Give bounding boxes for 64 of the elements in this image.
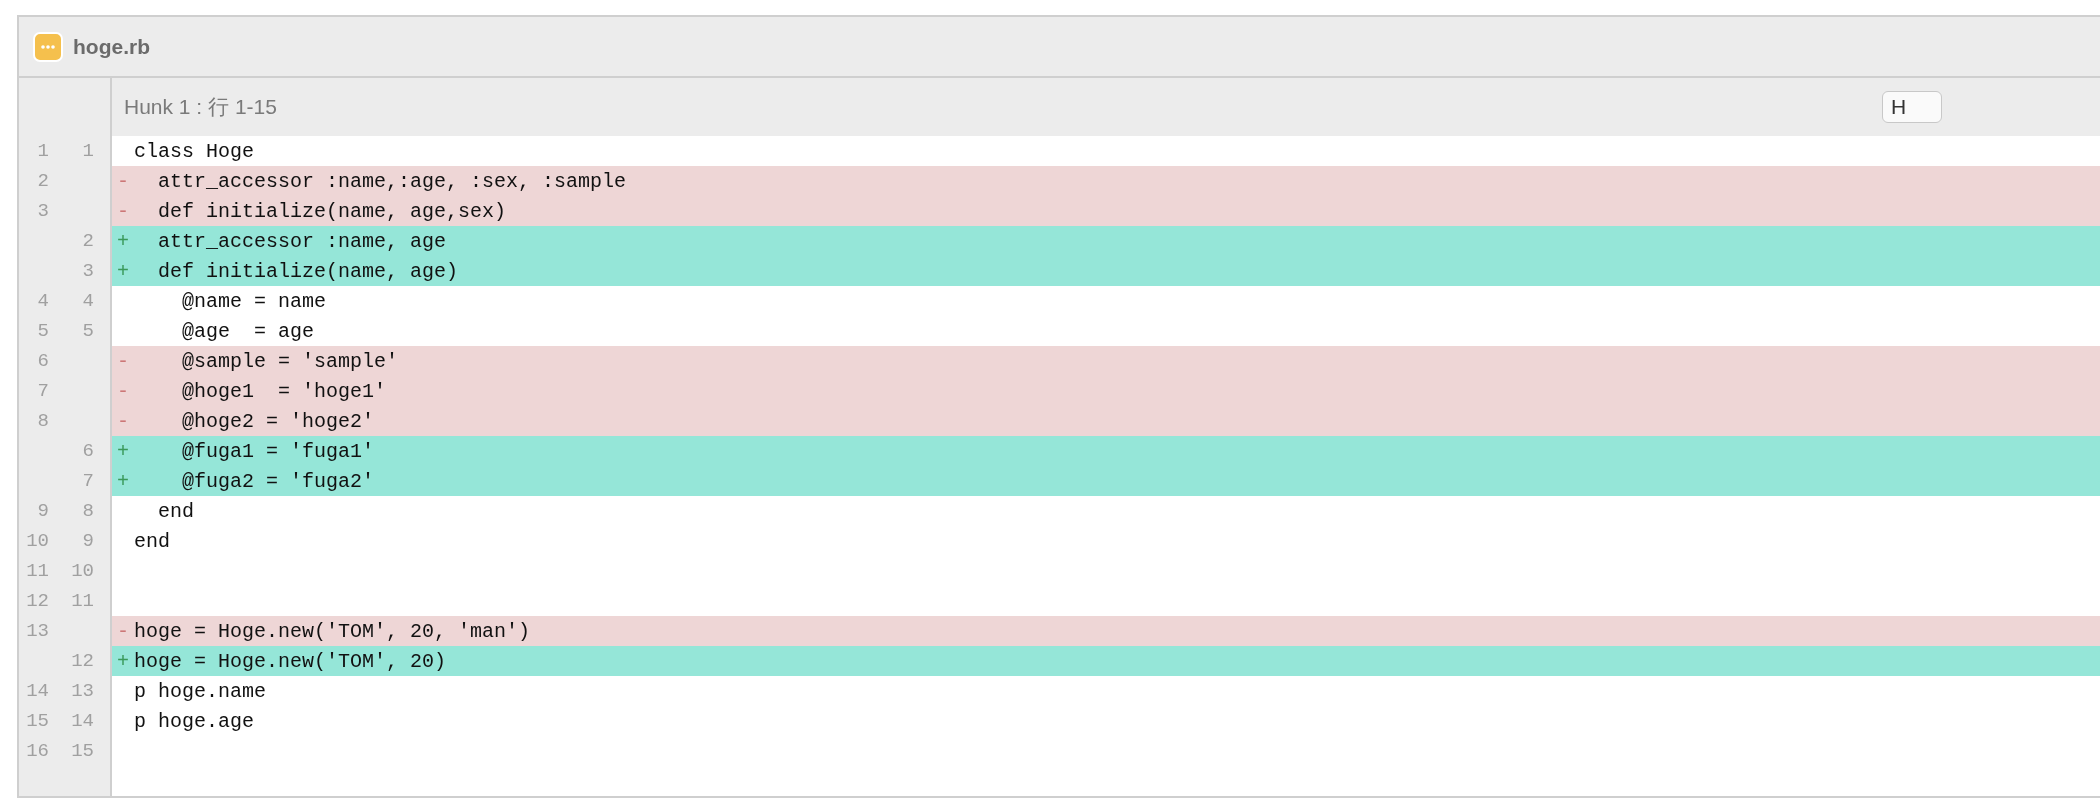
line-number: 6 [36,350,49,372]
line-number: 5 [81,320,94,342]
diff-marker: - [117,619,129,643]
code-line: @fuga2 = 'fuga2' [181,469,375,493]
line-number: 5 [36,320,49,342]
line-number: 9 [36,500,49,522]
diff-marker: + [117,259,129,283]
code-line: class Hoge [134,139,255,163]
hunk-label: Hunk 1 : 行 1-15 [124,94,277,120]
code-line: hoge = Hoge.new('TOM', 20) [134,649,447,673]
line-number: 10 [25,530,49,552]
code-line: end [134,529,170,553]
code-line: p hoge.age [134,709,255,733]
line-number: 8 [81,500,94,522]
line-number: 9 [81,530,94,552]
code-line: @fuga1 = 'fuga1' [181,439,375,463]
line-number: 12 [25,590,49,612]
diff-marker: - [117,349,129,373]
line-number: 16 [25,740,49,762]
hunk-button[interactable]: H [1882,91,1942,123]
line-number: 6 [81,440,94,462]
line-number: 7 [81,470,94,492]
diff-marker: - [117,379,129,403]
line-number: 11 [70,590,94,612]
line-number: 10 [70,560,94,582]
line-number: 14 [70,710,94,732]
line-number: 8 [36,410,49,432]
line-number: 15 [25,710,49,732]
line-number: 2 [81,230,94,252]
code-line: @name = name [181,289,327,313]
code-line: def initialize(name, age,sex) [157,199,507,223]
code-line: p hoge.name [134,679,267,703]
diff-marker: + [117,469,129,493]
line-number: 11 [25,560,49,582]
line-number: 12 [70,650,94,672]
line-number: 3 [81,260,94,282]
code-line: attr_accessor :name, age [157,229,447,253]
code-line: attr_accessor :name,:age, :sex, :sample [157,169,627,193]
diff-marker: - [117,169,129,193]
code-line: end [157,499,194,523]
code-line: def initialize(name, age) [157,259,459,283]
diff-marker: + [117,649,129,673]
code-line: @age = age [181,319,315,343]
file-name: hoge.rb [73,34,150,59]
diff-marker: + [117,439,129,463]
code-line: @hoge1 = 'hoge1' [181,379,387,403]
line-number: 1 [36,140,49,162]
line-number: 14 [25,680,49,702]
line-number: 2 [36,170,49,192]
line-number: 15 [70,740,94,762]
line-number: 7 [36,380,49,402]
diff-marker: - [117,409,129,433]
line-number: 13 [70,680,94,702]
line-number: 4 [36,290,49,312]
diff-marker: + [117,229,129,253]
line-number: 4 [81,290,94,312]
diff-marker: - [117,199,129,223]
line-number: 1 [81,140,94,162]
code-line: @sample = 'sample' [181,349,399,373]
code-line: hoge = Hoge.new('TOM', 20, 'man') [134,619,531,643]
file-icon [33,31,63,62]
line-number: 3 [36,200,49,222]
line-number: 13 [25,620,49,642]
code-line: @hoge2 = 'hoge2' [181,409,375,433]
